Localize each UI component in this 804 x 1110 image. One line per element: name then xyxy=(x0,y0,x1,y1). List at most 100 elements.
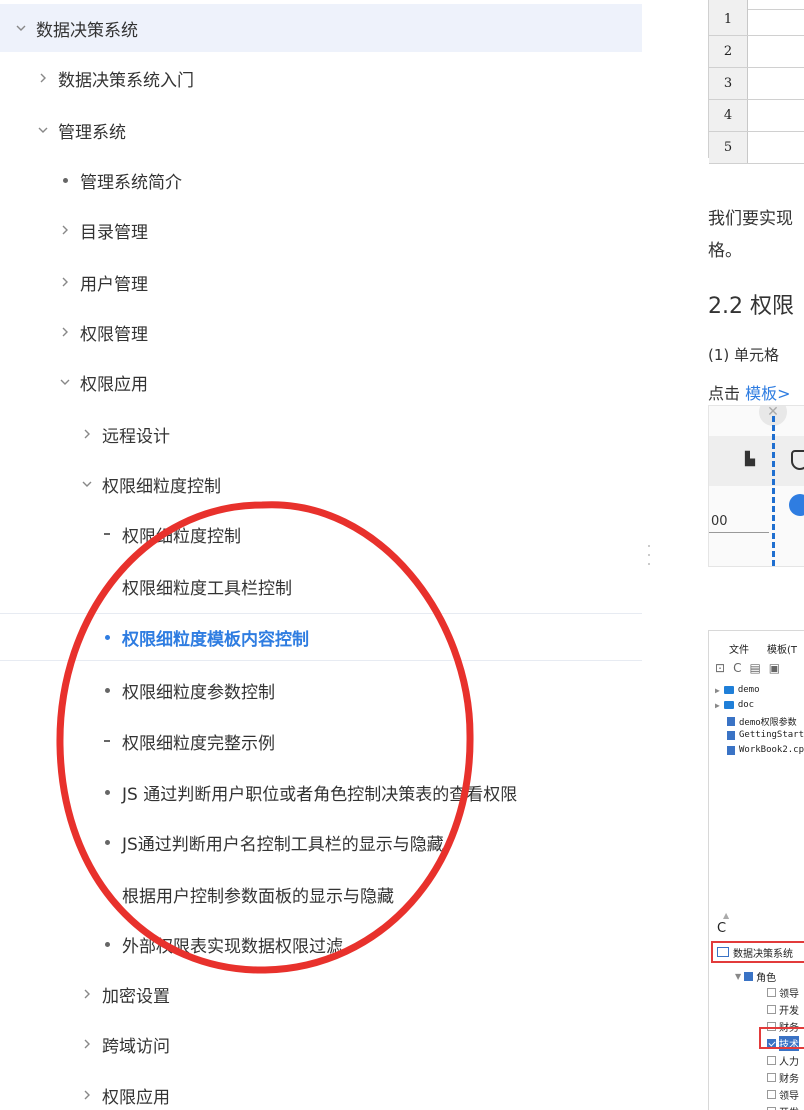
sidebar-item-label: 远程设计 xyxy=(102,426,170,447)
chevron-down-icon[interactable] xyxy=(58,379,72,386)
sidebar-item-label: 外部权限表实现数据权限过滤 xyxy=(122,936,343,957)
role-item-label: 开发 xyxy=(779,1104,799,1110)
click-prefix: 点击 xyxy=(708,384,746,403)
chevron-right-icon[interactable] xyxy=(58,225,72,235)
click-instruction: 点击 模板> xyxy=(708,380,791,404)
role-item-label: 财务 xyxy=(779,1074,799,1085)
file-name: GettingStart xyxy=(739,730,804,740)
dash-icon xyxy=(100,740,114,742)
system-icon xyxy=(717,947,729,957)
designer-toolbar: ⊡ C ▤ ▣ xyxy=(715,661,780,675)
sidebar-item-label: 权限细粒度参数控制 xyxy=(122,682,275,703)
chevron-right-icon[interactable] xyxy=(80,1090,94,1100)
sidebar-item[interactable]: 管理系统简介 xyxy=(0,156,642,204)
refresh-icon: C xyxy=(733,661,742,675)
sheet-row-number: 3 xyxy=(709,68,748,99)
role-item-label: 开发 xyxy=(779,1006,799,1017)
article-paragraph-line-1: 我们要实现 xyxy=(708,209,793,229)
role-icon xyxy=(744,972,754,981)
chevron-right-icon[interactable] xyxy=(80,429,94,439)
format-brush-icon: ▙ xyxy=(745,452,755,467)
sidebar-item[interactable]: 权限细粒度控制 xyxy=(0,510,642,558)
sheet-row-number: 5 xyxy=(709,132,748,163)
role-tree-item: 开发 xyxy=(767,1002,799,1017)
sidebar-item-label: 权限细粒度完整示例 xyxy=(122,733,275,754)
file-tree-item: demo权限参数 xyxy=(715,715,797,728)
role-item-label: 人力 xyxy=(779,1057,799,1068)
sidebar-item-label: 管理系统简介 xyxy=(80,172,182,193)
new-file-icon: ⊡ xyxy=(715,661,726,675)
scroll-up-icon: ▲ xyxy=(723,911,730,920)
dashed-divider xyxy=(772,416,775,566)
menu-template: 模板(T xyxy=(767,645,798,656)
sidebar-item-label: 权限细粒度模板内容控制 xyxy=(122,629,309,650)
file-name: demo权限参数 xyxy=(739,718,797,728)
designer-toolbar-screenshot: ✕ ▙ 00 xyxy=(708,405,804,567)
sidebar-item[interactable]: 权限细粒度参数控制 xyxy=(0,666,642,714)
triangle-down-icon: ▼ xyxy=(735,972,742,981)
chevron-right-icon[interactable] xyxy=(58,327,72,337)
sheet-row: 4 xyxy=(709,100,804,132)
dash-icon xyxy=(100,533,114,535)
chevron-right-icon[interactable] xyxy=(80,989,94,999)
checkbox-icon xyxy=(767,1005,776,1014)
sidebar-item[interactable]: 权限细粒度完整示例 xyxy=(0,717,642,765)
sheet-row-number: 2 xyxy=(709,36,748,67)
pane-splitter-handle[interactable] xyxy=(647,545,651,565)
sidebar-item[interactable]: 目录管理 xyxy=(0,206,642,254)
chevron-right-icon[interactable] xyxy=(80,1039,94,1049)
sidebar-item[interactable]: 远程设计 xyxy=(0,410,642,458)
checkbox-icon xyxy=(767,1073,776,1082)
sidebar-item[interactable]: 数据决策系统 xyxy=(0,4,642,52)
bullet-icon xyxy=(100,941,114,947)
sidebar-item[interactable]: 权限细粒度模板内容控制 xyxy=(0,613,642,661)
role-label: 角色 xyxy=(756,973,777,984)
sidebar-item[interactable]: JS通过判断用户名控制工具栏的显示与隐藏 xyxy=(0,818,642,866)
chevron-right-icon[interactable] xyxy=(36,73,50,83)
sidebar-item[interactable]: 权限细粒度控制 xyxy=(0,460,642,508)
designer-tree-screenshot: 文件 模板(T ⊡ C ▤ ▣ ▶ demo ▶ doc demo权限参数 Getting… xyxy=(708,630,804,1110)
sidebar-item[interactable]: JS 通过判断用户职位或者角色控制决策表的查看权限 xyxy=(0,768,642,816)
sidebar-item[interactable]: 权限管理 xyxy=(0,308,642,356)
decision-system-label: 数据决策系统 xyxy=(733,948,793,960)
selected-role-highlight xyxy=(759,1027,804,1049)
sidebar-item[interactable]: 跨域访问 xyxy=(0,1020,642,1068)
sidebar-item[interactable]: 权限应用 xyxy=(0,1071,642,1110)
sidebar-item[interactable]: 权限细粒度工具栏控制 xyxy=(0,562,642,610)
file-tree-item: GettingStart xyxy=(715,730,804,740)
sidebar-item[interactable]: 加密设置 xyxy=(0,970,642,1018)
sidebar-item[interactable]: 权限应用 xyxy=(0,358,642,406)
sidebar-item[interactable]: 管理系统 xyxy=(0,106,642,154)
bullet-icon xyxy=(100,634,114,640)
sidebar-item[interactable]: 外部权限表实现数据权限过滤 xyxy=(0,920,642,968)
sidebar-item-label: 数据决策系统 xyxy=(36,20,138,41)
sheet-row-number: 4 xyxy=(709,100,748,131)
report-file-icon xyxy=(727,730,735,740)
sheet-row: 1 xyxy=(709,4,804,36)
sidebar-item-label: 权限应用 xyxy=(80,374,148,395)
sidebar-item-label: 权限细粒度控制 xyxy=(122,526,241,547)
menu-file: 文件 xyxy=(729,645,749,656)
sidebar-item[interactable]: 数据决策系统入门 xyxy=(0,54,642,102)
chevron-down-icon[interactable] xyxy=(80,481,94,488)
checkbox-icon xyxy=(767,1056,776,1065)
sidebar-item[interactable]: 用户管理 xyxy=(0,258,642,306)
bullet-icon xyxy=(100,839,114,845)
sidebar-item-label: 目录管理 xyxy=(80,222,148,243)
sheet-row: 3 xyxy=(709,68,804,100)
role-tree-item: 人力 xyxy=(767,1053,799,1068)
decision-system-node: 数据决策系统 xyxy=(711,941,804,963)
chevron-down-icon[interactable] xyxy=(14,25,28,32)
bullet-icon xyxy=(100,583,114,589)
sheet-row: 2 xyxy=(709,36,804,68)
sidebar-item-label: 管理系统 xyxy=(58,122,126,143)
ruler-label: 00 xyxy=(711,514,728,529)
chevron-right-icon[interactable] xyxy=(58,277,72,287)
role-tree-item: 领导 xyxy=(767,1087,799,1102)
template-menu-link[interactable]: 模板> xyxy=(745,384,790,403)
sidebar-item-label: JS 通过判断用户职位或者角色控制决策表的查看权限 xyxy=(122,784,518,805)
open-icon: ▤ xyxy=(749,661,761,675)
report-file-icon xyxy=(727,745,735,755)
chevron-down-icon[interactable] xyxy=(36,127,50,134)
sidebar-item[interactable]: 根据用户控制参数面板的显示与隐藏 xyxy=(0,870,642,918)
